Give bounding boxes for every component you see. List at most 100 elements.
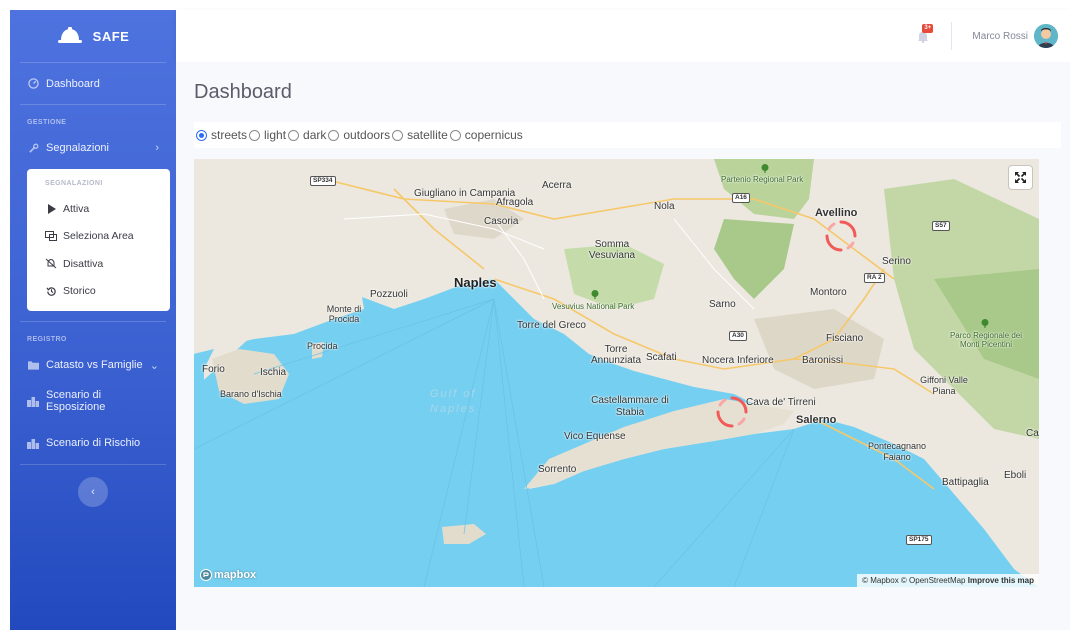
play-icon (45, 203, 57, 214)
sidebar-item-label: Scenario di Esposizione (46, 389, 106, 413)
map-label-monte-di-procida: Monte di Procida (326, 304, 362, 324)
alert-marker-icon[interactable] (715, 395, 749, 429)
radio-button[interactable] (288, 129, 300, 141)
radio-button[interactable] (392, 129, 404, 141)
road-shield: SP334 (310, 176, 336, 186)
submenu-item-label: Attiva (63, 202, 90, 215)
map-label-barano: Barano d'Ischia (220, 389, 282, 399)
map-canvas[interactable]: Giugliano in Campania Afragola Acerra Ca… (194, 159, 1039, 587)
map-label-forio: Forio (202, 364, 225, 375)
road-shield: RA 2 (864, 273, 885, 283)
map-label-castellammare: Castellammare di Stabia (591, 395, 669, 418)
user-name[interactable]: Marco Rossi (972, 31, 1028, 42)
map-style-selector: streets light dark outdoors satellite co… (194, 122, 1061, 148)
map-label-eboli: Eboli (1004, 470, 1027, 481)
map-style-option-streets[interactable]: streets (196, 128, 247, 142)
fullscreen-button[interactable] (1009, 166, 1032, 189)
map-label-pontecagnano: Pontecagnano Faiano (867, 441, 927, 462)
sidebar: SAFE Dashboard GESTIONE Segnalazioni › S… (10, 10, 176, 630)
road-shield: SP175 (906, 535, 932, 545)
radio-button[interactable] (249, 129, 261, 141)
mapbox-logo[interactable]: mapbox (200, 569, 256, 581)
map-basemap (194, 159, 1039, 587)
map-style-option-light[interactable]: light (249, 128, 286, 142)
page-title: Dashboard (194, 81, 292, 103)
notification-badge: 3+ (922, 24, 934, 33)
road-shield: A16 (732, 193, 750, 203)
map-label-vico-equense: Vico Equense (564, 431, 626, 442)
sidebar-toggle-button[interactable]: ‹ (78, 477, 108, 507)
expand-icon (1015, 172, 1026, 183)
map-label-cava: Cava de' Tirreni (746, 397, 816, 408)
map-label-ca: Ca (1026, 428, 1039, 439)
map-label-scafati: Scafati (646, 352, 677, 363)
submenu-item-disattiva[interactable]: Disattiva (27, 250, 170, 278)
sidebar-heading-gestione: GESTIONE (27, 119, 67, 126)
submenu-item-storico[interactable]: Storico (27, 278, 170, 306)
map-label-nocera: Nocera Inferiore (702, 355, 774, 366)
attribution-text[interactable]: © Mapbox © OpenStreetMap (862, 576, 965, 585)
map-style-option-outdoors[interactable]: outdoors (328, 128, 390, 142)
map-label-casoria: Casoria (484, 216, 519, 227)
sidebar-item-segnalazioni[interactable]: Segnalazioni › (10, 133, 176, 163)
map-label-acerra: Acerra (542, 180, 572, 191)
brand-name: SAFE (92, 28, 130, 44)
wrench-icon (27, 142, 39, 154)
map-attribution: © Mapbox © OpenStreetMap Improve this ma… (857, 574, 1039, 587)
submenu-header: SEGNALAZIONI (45, 180, 103, 187)
radio-button[interactable] (449, 129, 461, 141)
map-style-label: light (264, 128, 287, 142)
sidebar-heading-registro: REGISTRO (27, 336, 67, 343)
submenu-item-label: Seleziona Area (63, 230, 134, 243)
map-label-avellino: Avellino (815, 207, 858, 219)
map-label-vesuvius: Vesuvius National Park (552, 302, 635, 311)
topbar: 3+ Marco Rossi (176, 10, 1070, 62)
chevron-down-icon: ⌄ (149, 359, 159, 372)
mapbox-logo-text: mapbox (214, 569, 257, 581)
park-icon (981, 319, 989, 328)
submenu-item-label: Disattiva (63, 257, 104, 270)
history-icon (45, 286, 57, 297)
mapbox-icon (200, 569, 212, 581)
avatar[interactable] (1034, 24, 1058, 48)
submenu-item-attiva[interactable]: Attiva (27, 195, 170, 223)
chevron-left-icon: ‹ (91, 486, 95, 498)
map-style-label: dark (303, 128, 327, 142)
map-style-label: outdoors (343, 128, 391, 142)
map-label-pozzuoli: Pozzuoli (370, 289, 408, 300)
radio-button[interactable] (196, 129, 207, 141)
bell-slash-icon (45, 258, 57, 269)
map-label-sarno: Sarno (709, 299, 736, 310)
folder-icon (27, 359, 39, 371)
radio-button[interactable] (328, 129, 340, 141)
sidebar-item-label: Catasto vs Famiglie (46, 359, 143, 371)
city-icon (27, 395, 39, 407)
road-shield: S57 (932, 221, 950, 231)
sidebar-item-dashboard[interactable]: Dashboard (20, 63, 166, 105)
sidebar-item-scenario-esposizione[interactable]: Scenario di Esposizione (10, 380, 176, 422)
map-label-torre-del-greco: Torre del Greco (517, 320, 586, 331)
alert-marker-icon[interactable] (824, 219, 858, 253)
map-label-sorrento: Sorrento (538, 464, 577, 475)
sidebar-item-scenario-rischio[interactable]: Scenario di Rischio (10, 422, 176, 464)
map-label-torre-annunziata: Torre Annunziata (590, 344, 642, 366)
brand[interactable]: SAFE (20, 10, 166, 63)
map-style-label: copernicus (464, 128, 523, 142)
map-style-option-copernicus[interactable]: copernicus (449, 128, 523, 142)
map-label-procida: Procida (307, 341, 338, 351)
map-label-picentini: Parco Regionale dei Monti Picentini (949, 331, 1023, 349)
map-label-fisciano: Fisciano (826, 333, 864, 344)
sidebar-item-catasto[interactable]: Catasto vs Famiglie ⌄ (10, 350, 176, 380)
city-icon (27, 437, 39, 449)
sidebar-item-label: Dashboard (46, 77, 100, 90)
map-label-partenio: Partenio Regional Park (721, 175, 804, 184)
improve-map-link[interactable]: Improve this map (968, 576, 1034, 585)
map-label-salerno: Salerno (796, 414, 837, 426)
hard-hat-icon (57, 27, 82, 43)
submenu-item-seleziona-area[interactable]: Seleziona Area (27, 223, 170, 251)
park-icon (761, 164, 769, 173)
map-style-option-dark[interactable]: dark (288, 128, 326, 142)
notifications-button[interactable]: 3+ (913, 24, 934, 46)
select-area-icon (45, 231, 57, 242)
map-style-option-satellite[interactable]: satellite (392, 128, 448, 142)
